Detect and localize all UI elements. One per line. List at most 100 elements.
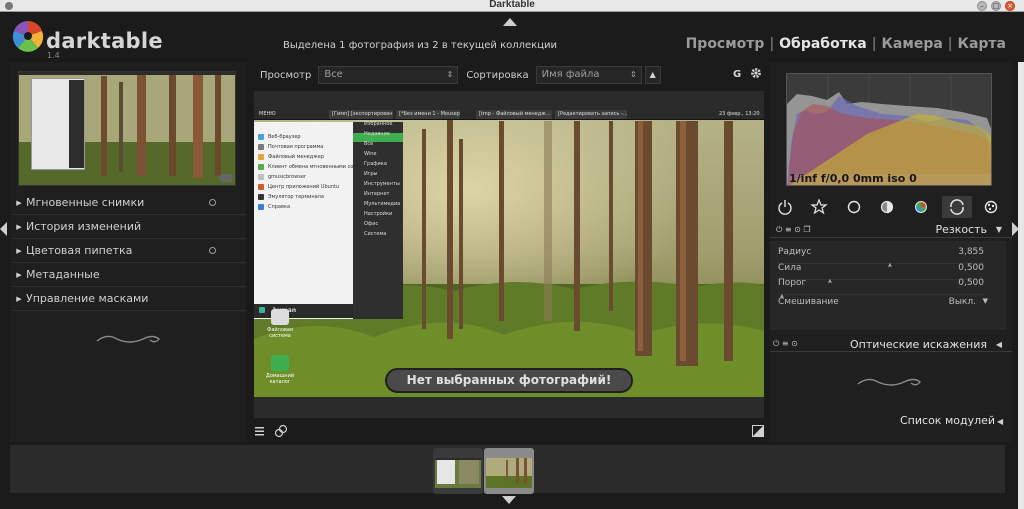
- window-titlebar: Darktable – □ ×: [0, 0, 1024, 12]
- panel-ornament-icon: [96, 335, 160, 343]
- reset-icon[interactable]: [209, 247, 216, 254]
- view-separator: |: [947, 36, 953, 52]
- category-item: Все: [364, 141, 374, 147]
- view-lighttable-link[interactable]: Просмотр: [686, 36, 765, 52]
- blend-label: Смешивание: [778, 297, 839, 307]
- histogram-graph: [787, 74, 991, 185]
- module-mask-manager[interactable]: ▶ Управление масками: [12, 287, 246, 311]
- menu-line: Веб-браузер: [268, 134, 301, 140]
- filmstrip-thumb[interactable]: [433, 448, 483, 494]
- effect-icon[interactable]: [982, 198, 1000, 216]
- taskbar-clock: 23 февр., 13:20: [716, 110, 762, 119]
- store-icon: [258, 184, 264, 190]
- main-photo[interactable]: МЕНЮ [Гимп] [экспортирован... [*Без имен…: [254, 109, 764, 397]
- view-filter-value: Все: [324, 69, 343, 80]
- navigator-thumbnail[interactable]: [18, 71, 236, 186]
- module-metadata[interactable]: ▶ Метаданные: [12, 263, 246, 287]
- category-item: Избранное: [364, 121, 393, 127]
- radius-slider[interactable]: Радиус 3,855 ▲: [778, 247, 984, 268]
- menu-line: Файловый менеджер: [268, 154, 325, 160]
- lens-module-header[interactable]: ⏻ ≡ ⊙ Оптические искажения ◀: [770, 336, 1012, 352]
- maximize-button[interactable]: □: [991, 1, 1001, 11]
- lens-title: Оптические искажения: [850, 338, 987, 351]
- collapse-triangle-icon[interactable]: ▼: [996, 225, 1002, 234]
- sort-select[interactable]: Имя файла ⇕: [535, 66, 642, 84]
- expand-triangle-icon: ▶: [16, 198, 22, 207]
- view-filter-label: Просмотр: [260, 69, 312, 81]
- circle-icon[interactable]: [845, 198, 863, 216]
- menu-line: Центр приложений Ubuntu: [268, 184, 340, 190]
- app-name: darktable: [46, 29, 163, 53]
- browser-icon: [258, 134, 264, 140]
- home-folder-icon: [271, 355, 289, 371]
- module-color-picker[interactable]: ▶ Цветовая пипетка: [12, 239, 246, 263]
- correct-group-icon[interactable]: [942, 196, 972, 218]
- menu-line: Эмулятор терминала: [268, 194, 324, 200]
- histogram[interactable]: [786, 73, 992, 186]
- module-label: Метаданные: [26, 268, 100, 281]
- slider-label: Порог: [778, 278, 807, 288]
- menu-line: Почтовая программа: [268, 144, 324, 150]
- dropdown-arrow-icon: ▼: [982, 297, 988, 305]
- collapse-bottom-panel-icon[interactable]: [502, 496, 516, 504]
- expand-triangle-icon: ▶: [16, 294, 22, 303]
- close-button[interactable]: ×: [1005, 1, 1015, 11]
- left-module-list: ▶ Мгновенные снимки ▶ История изменений …: [12, 191, 246, 311]
- slider-label: Радиус: [778, 247, 812, 257]
- embedded-taskbar: МЕНЮ [Гимп] [экспортирован... [*Без имен…: [254, 109, 764, 120]
- view-tethering-link[interactable]: Камера: [881, 36, 942, 52]
- module-snapshots[interactable]: ▶ Мгновенные снимки: [12, 191, 246, 215]
- view-filter-select[interactable]: Все ⇕: [318, 66, 459, 84]
- minimize-button[interactable]: –: [977, 1, 987, 11]
- desktop-icon-label: Файловая система: [267, 327, 293, 339]
- thumb-image: [435, 458, 481, 488]
- collapse-left-panel-icon[interactable]: [0, 222, 7, 236]
- folder-icon: [258, 154, 264, 160]
- reset-icon[interactable]: [209, 199, 216, 206]
- presets-icon[interactable]: [274, 424, 288, 438]
- power-icon[interactable]: [776, 198, 794, 216]
- help-icon: [258, 204, 264, 210]
- filmstrip-thumb-selected[interactable]: [484, 448, 534, 494]
- menu-line: Клиент обмена мгновенными соо...: [268, 164, 362, 170]
- category-item: Офис: [364, 221, 379, 227]
- sort-direction-button[interactable]: ▲: [644, 66, 661, 84]
- view-darkroom-link[interactable]: Обработка: [779, 36, 867, 52]
- sort-label: Сортировка: [466, 69, 529, 81]
- view-map-link[interactable]: Карта: [958, 36, 1006, 52]
- module-list-label[interactable]: Список модулей: [900, 414, 995, 427]
- sharpen-module-header[interactable]: ⏻ ≡ ⊙ ❐ Резкость ▼: [770, 222, 1012, 238]
- grouping-button[interactable]: G: [733, 69, 741, 80]
- star-icon[interactable]: [810, 198, 828, 216]
- blend-mode-select[interactable]: Смешивание Выкл. ▼: [778, 297, 990, 311]
- navigator-zoom-indicator: [219, 174, 233, 182]
- music-icon: [258, 174, 264, 180]
- slider-track: [778, 294, 984, 295]
- slider-value: 0,500: [958, 263, 984, 273]
- expand-triangle-icon[interactable]: ◀: [996, 340, 1002, 349]
- threshold-slider[interactable]: Порог 0,500 ▲: [778, 278, 984, 299]
- amount-slider[interactable]: Сила 0,500 ▲: [778, 263, 984, 284]
- category-item: Система: [364, 231, 387, 237]
- expand-triangle-icon[interactable]: ◀: [997, 417, 1003, 426]
- expand-triangle-icon: ▶: [16, 270, 22, 279]
- filesystem-icon: [271, 309, 289, 325]
- tone-icon[interactable]: [878, 198, 896, 216]
- panel-ornament-icon: [857, 378, 921, 386]
- gamut-check-icon[interactable]: [752, 425, 764, 437]
- exif-info: 1/inf f/0,0 0mm iso 0: [789, 172, 917, 185]
- collapse-top-panel-icon[interactable]: [503, 18, 517, 26]
- darktable-logo-icon: [12, 21, 44, 52]
- chevron-updown-icon: ⇕: [629, 70, 637, 79]
- menu-icon[interactable]: [254, 425, 266, 437]
- gear-icon[interactable]: [750, 67, 762, 79]
- view-separator: |: [871, 36, 877, 52]
- mail-icon: [258, 144, 264, 150]
- slider-value: 3,855: [958, 247, 984, 257]
- module-group-tabs: [770, 194, 1012, 220]
- view-switcher: Просмотр | Обработка | Камера | Карта: [686, 36, 1006, 52]
- module-history[interactable]: ▶ История изменений: [12, 215, 246, 239]
- color-icon[interactable]: [912, 198, 930, 216]
- selection-info: Выделена 1 фотография из 2 в текущей кол…: [282, 40, 558, 51]
- sort-value: Имя файла: [541, 69, 600, 80]
